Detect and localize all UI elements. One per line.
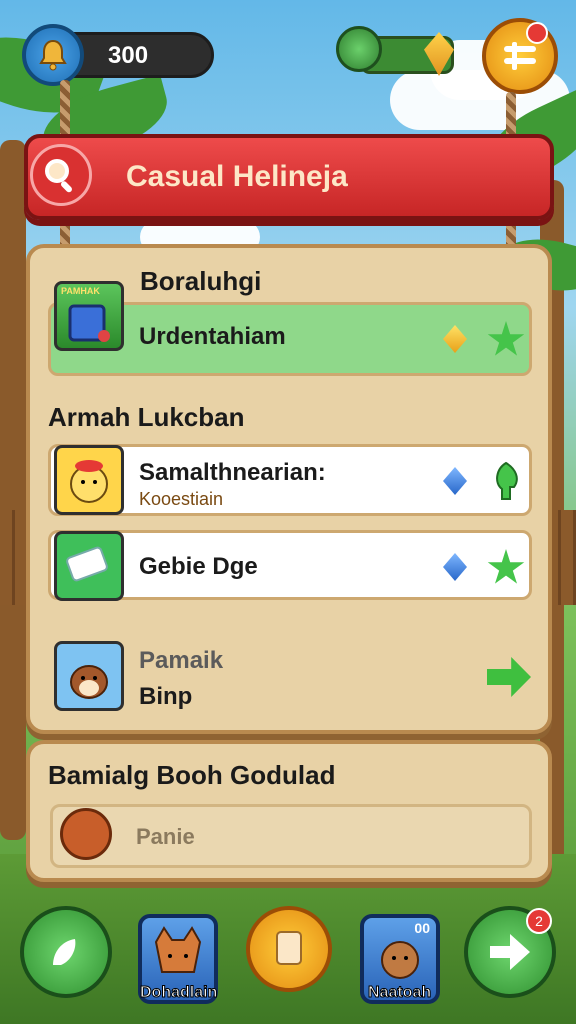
diamond-icon [443,553,467,581]
monkey-icon [70,460,108,503]
paper-icon [66,546,108,582]
nut-icon [60,808,112,860]
item-title: Urdentahiam [139,323,286,350]
hand-icon [53,939,76,965]
hand-button[interactable] [20,906,112,998]
squirrel-icon [70,665,108,699]
thumbnail-tag: PAMHAK [61,286,100,296]
search-icon [45,159,72,193]
arrow-right-icon [490,934,530,970]
rope [60,80,70,140]
bell-icon [22,24,84,86]
item-thumbnail [54,445,124,515]
item-thumbnail [54,641,124,711]
section-title: Boraluhgi [140,266,262,296]
globe-icon [336,26,382,72]
star-icon[interactable] [487,549,525,584]
character-card-label: Naatoah [367,984,432,1002]
item-thumbnail [54,531,124,601]
item-title: Samalthnearian: [139,459,326,486]
arrow-right-icon[interactable] [487,657,531,697]
slot-label: Panie [136,824,195,849]
notification-badge: 2 [526,908,552,934]
fox-icon [154,926,202,973]
list-item[interactable]: Samalthnearian: Kooestiain [48,444,532,516]
page-title: Casual Helineja [126,160,348,193]
item-thumbnail: PAMHAK [54,281,124,351]
paper-icon [276,931,302,965]
center-button[interactable] [246,906,332,992]
coin-value: 300 [108,42,149,69]
diamond-icon [443,467,467,495]
list-item[interactable]: Gebie Dge [48,530,532,601]
character-card-label: Dohadlain [139,984,218,1002]
leaf-icon[interactable] [489,461,523,501]
section-title: Bamialg Booh Godulad [48,760,336,790]
section-title: Armah Lukcban [48,402,245,432]
box-icon [68,304,110,342]
palm-trunk [0,140,26,840]
search-button[interactable] [30,144,92,206]
bear-icon [381,941,419,979]
item-title: Pamaik [139,647,224,674]
item-title: Gebie Dge [139,553,258,580]
star-icon[interactable] [487,321,525,356]
list-item[interactable]: PAMHAK Urdentahiam [48,281,532,376]
rope [506,92,516,138]
item-subtitle: Binp [139,683,193,710]
item-subtitle: Kooestiain [139,489,224,509]
slot[interactable] [50,804,532,868]
list-item[interactable]: Pamaik Binp [48,634,532,714]
menu-icon [504,42,536,70]
diamond-icon [443,325,467,353]
notification-badge [526,22,548,44]
card-badge: 00 [414,920,430,936]
